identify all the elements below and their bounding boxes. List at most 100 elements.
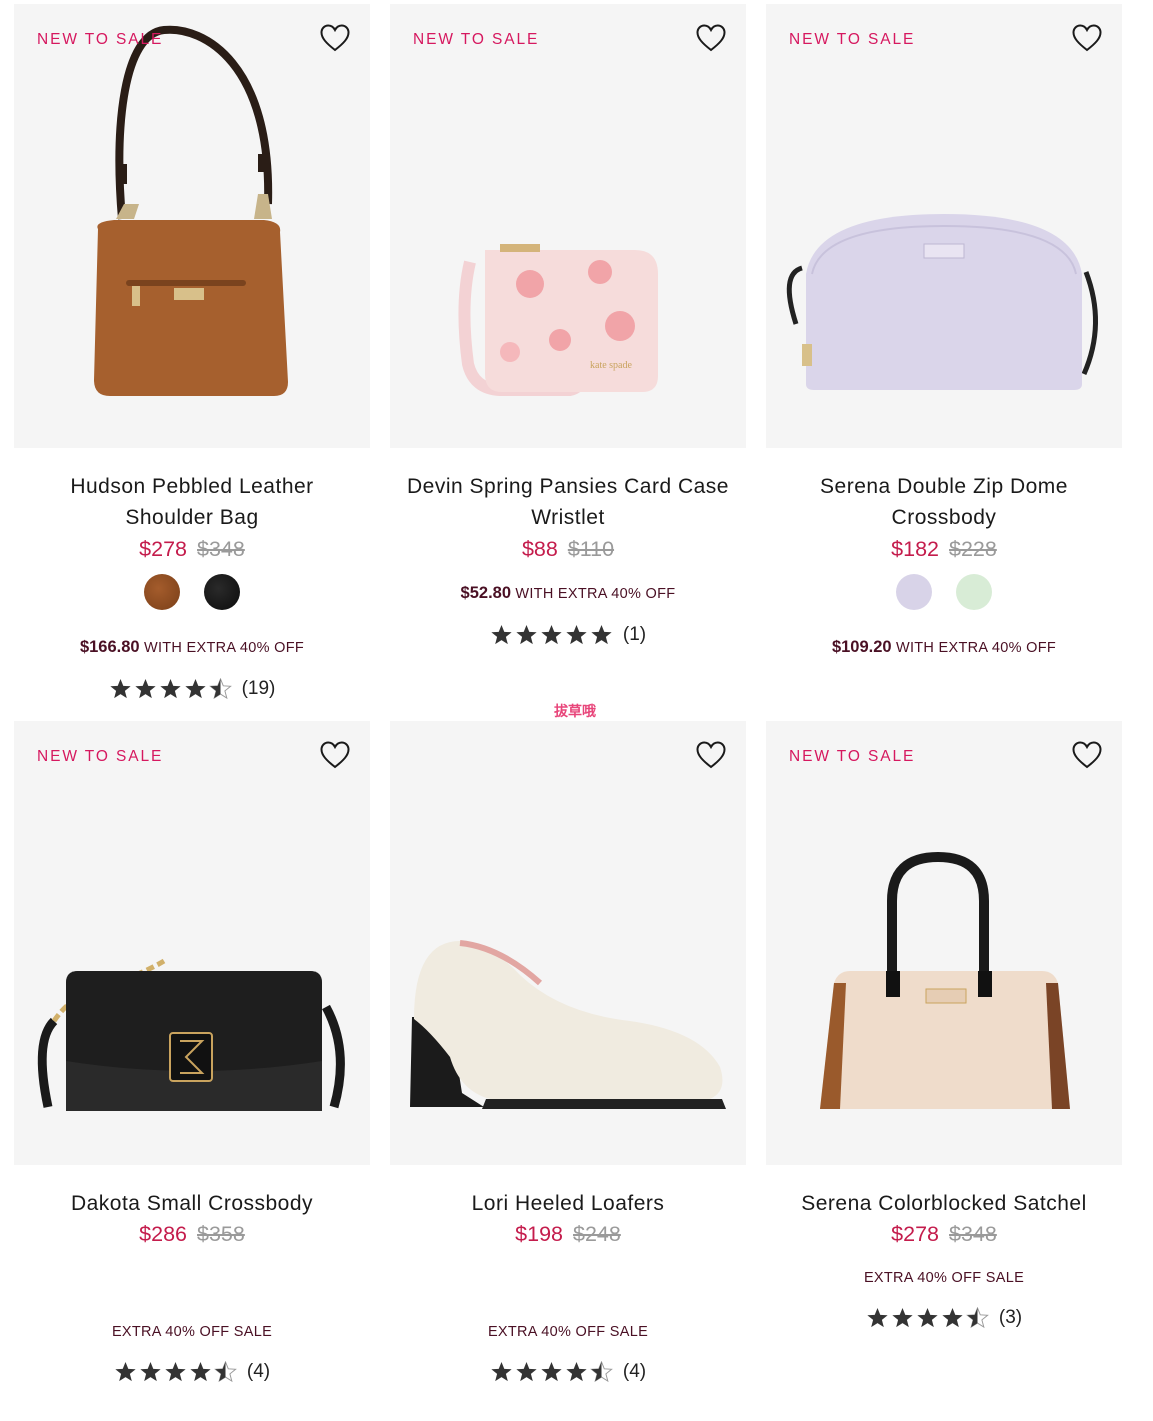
watermark-text: 拔草哦 <box>554 703 596 719</box>
product-price: $198 $248 <box>390 1220 746 1248</box>
product-name[interactable]: Lori Heeled Loafers <box>390 1188 746 1219</box>
star-icon <box>590 624 613 646</box>
product-card[interactable]: Lori Heeled Loafers $198 $248 EXTRA 40% O… <box>390 721 746 1382</box>
promo-text: EXTRA 40% OFF SALE <box>863 1270 1025 1286</box>
star-icon <box>891 1307 914 1329</box>
half-star-icon <box>966 1307 989 1329</box>
star-icon <box>159 678 182 700</box>
wishlist-heart-icon[interactable] <box>1072 24 1102 52</box>
color-swatch-black[interactable] <box>204 574 240 610</box>
wishlist-heart-icon[interactable] <box>320 741 350 769</box>
promo-text: WITH EXTRA 40% OFF <box>143 640 305 656</box>
color-swatches <box>766 574 1122 610</box>
product-image[interactable] <box>390 721 746 1165</box>
product-name-line1: Dakota Small Crossbody <box>70 1192 314 1215</box>
card-case-wristlet-image: kate spade <box>458 244 658 396</box>
extra-off-promo: $166.80 WITH EXTRA 40% OFF <box>14 638 370 657</box>
promo-price: $52.80 <box>460 584 512 602</box>
product-name[interactable]: Dakota Small Crossbody <box>14 1188 370 1219</box>
color-swatch-mint[interactable] <box>956 574 992 610</box>
product-price: $286 $358 <box>14 1220 370 1248</box>
product-name-line2: Shoulder Bag <box>125 506 259 529</box>
color-swatch-lavender[interactable] <box>896 574 932 610</box>
extra-off-promo: EXTRA 40% OFF SALE <box>390 1324 746 1340</box>
color-swatch-brown[interactable] <box>144 574 180 610</box>
sale-price: $198 <box>515 1222 563 1246</box>
sale-price: $278 <box>139 537 187 561</box>
product-name-line1: Lori Heeled Loafers <box>471 1192 665 1215</box>
product-card[interactable]: kate spade NEW TO SALE Devin Spring Pans… <box>390 4 746 645</box>
product-image[interactable]: NEW TO SALE <box>766 721 1122 1165</box>
original-price: $358 <box>197 1222 245 1246</box>
product-card[interactable]: NEW TO SALE Serena Double Zip Dome Cross… <box>766 4 1122 656</box>
svg-text:kate spade: kate spade <box>590 360 632 371</box>
new-to-sale-badge: NEW TO SALE <box>37 31 164 48</box>
wishlist-heart-icon[interactable] <box>320 24 350 52</box>
extra-off-promo: EXTRA 40% OFF SALE <box>14 1324 370 1340</box>
original-price: $228 <box>949 537 997 561</box>
product-name[interactable]: Hudson Pebbled Leather Shoulder Bag <box>14 471 370 533</box>
satchel-bag-image <box>820 851 1070 1109</box>
star-icon <box>139 1361 162 1383</box>
sale-price: $278 <box>891 1222 939 1246</box>
promo-text: WITH EXTRA 40% OFF <box>515 586 676 602</box>
product-price: $278 $348 <box>766 1220 1122 1248</box>
crossbody-bag-image <box>37 958 345 1111</box>
extra-off-promo: EXTRA 40% OFF SALE <box>766 1270 1122 1286</box>
original-price: $110 <box>567 537 615 561</box>
original-price: $248 <box>573 1222 621 1246</box>
star-icon <box>916 1307 939 1329</box>
product-name-line1: Hudson Pebbled Leather <box>70 475 314 498</box>
product-name[interactable]: Serena Double Zip Dome Crossbody <box>766 471 1122 533</box>
sale-price: $182 <box>891 537 939 561</box>
product-image[interactable]: NEW TO SALE <box>14 721 370 1165</box>
star-rating[interactable]: (3) <box>766 1307 1122 1329</box>
product-image[interactable]: NEW TO SALE <box>766 4 1122 448</box>
dome-crossbody-image <box>786 214 1099 390</box>
review-count: (19) <box>241 678 276 699</box>
wishlist-heart-icon[interactable] <box>1072 741 1102 769</box>
star-icon <box>565 1361 588 1383</box>
product-card[interactable]: NEW TO SALE Serena Colorblocked Satchel … <box>766 721 1122 1328</box>
promo-text: EXTRA 40% OFF SALE <box>111 1324 273 1340</box>
original-price: $348 <box>949 1222 997 1246</box>
star-rating[interactable]: (4) <box>14 1361 370 1383</box>
product-name[interactable]: Devin Spring Pansies Card Case Wristlet <box>390 471 746 533</box>
star-icon <box>134 678 157 700</box>
original-price: $348 <box>197 537 245 561</box>
promo-text: EXTRA 40% OFF SALE <box>487 1324 649 1340</box>
product-image[interactable]: kate spade NEW TO SALE <box>390 4 746 448</box>
star-icon <box>490 1361 513 1383</box>
half-star-icon <box>214 1361 237 1383</box>
review-count: (4) <box>622 1361 647 1382</box>
product-price: $278 $348 <box>14 535 370 563</box>
review-count: (4) <box>246 1361 271 1382</box>
star-rating[interactable]: (4) <box>390 1361 746 1383</box>
new-to-sale-badge: NEW TO SALE <box>789 748 916 765</box>
product-image[interactable]: NEW TO SALE <box>14 4 370 448</box>
star-icon <box>189 1361 212 1383</box>
half-star-icon <box>590 1361 613 1383</box>
star-rating[interactable]: (19) <box>14 678 370 700</box>
star-icon <box>515 624 538 646</box>
shoulder-bag-image <box>94 25 288 396</box>
product-name-line2: Crossbody <box>891 506 997 529</box>
star-icon <box>540 624 563 646</box>
product-name-line1: Serena Double Zip Dome <box>820 475 1068 498</box>
star-icon <box>941 1307 964 1329</box>
star-rating[interactable]: (1) <box>390 624 746 646</box>
review-count: (1) <box>622 624 647 645</box>
star-icon <box>109 678 132 700</box>
star-icon <box>866 1307 889 1329</box>
product-price: $182 $228 <box>766 535 1122 563</box>
star-icon <box>540 1361 563 1383</box>
promo-price: $109.20 <box>831 638 892 656</box>
wishlist-heart-icon[interactable] <box>696 741 726 769</box>
product-card[interactable]: NEW TO SALE Hudson Pebbled Leather Shoul… <box>14 4 370 699</box>
wishlist-heart-icon[interactable] <box>696 24 726 52</box>
color-swatches <box>14 574 370 610</box>
heeled-loafer-image <box>410 940 726 1109</box>
product-name[interactable]: Serena Colorblocked Satchel <box>766 1188 1122 1219</box>
new-to-sale-badge: NEW TO SALE <box>37 748 164 765</box>
product-card[interactable]: NEW TO SALE Dakota Small Crossbody $286 $… <box>14 721 370 1382</box>
